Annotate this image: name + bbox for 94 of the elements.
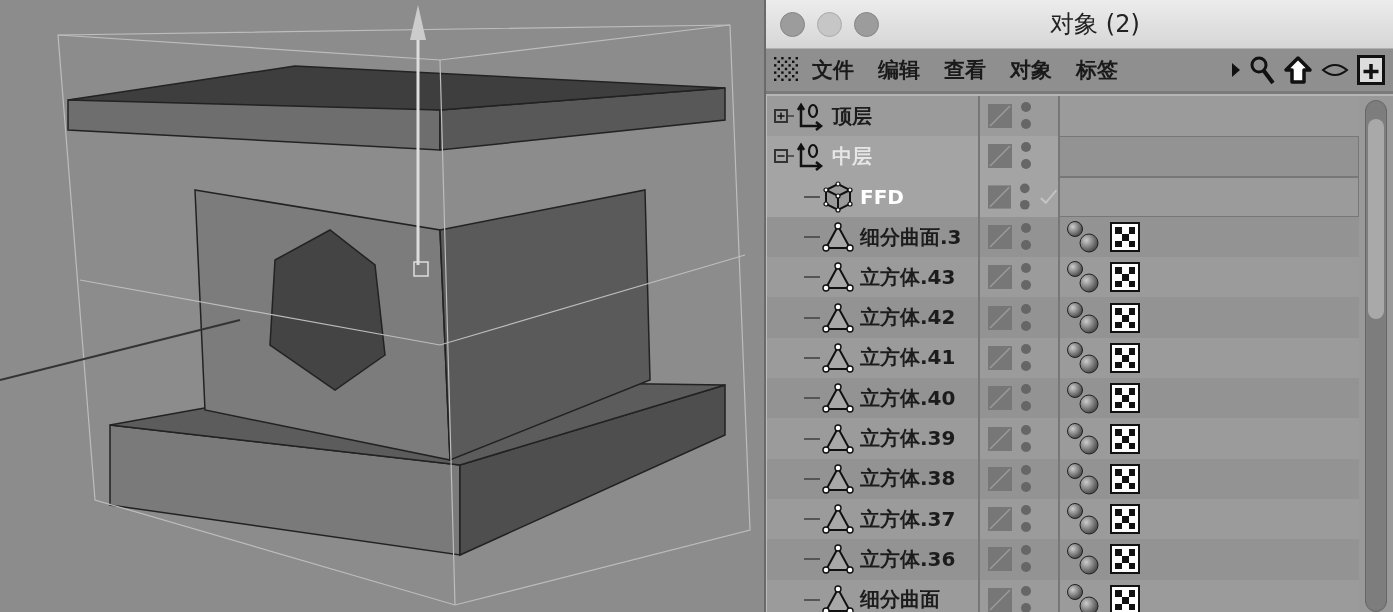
object-name: 立方体.38: [860, 465, 956, 493]
visibility-dots-icon[interactable]: [1020, 383, 1032, 414]
menu-item[interactable]: 编辑: [866, 56, 932, 84]
object-row[interactable]: 细分曲面.3: [766, 216, 1359, 258]
checker-texture-icon[interactable]: [1110, 423, 1140, 454]
layer-swatch-icon[interactable]: [988, 265, 1012, 290]
object-name: 立方体.43: [860, 263, 956, 291]
close-button[interactable]: [780, 11, 805, 37]
checker-texture-icon[interactable]: [1110, 262, 1140, 293]
triangle-mesh-icon: [822, 262, 854, 293]
triangle-mesh-icon: [822, 342, 854, 373]
checkmark-icon[interactable]: [1038, 187, 1058, 206]
visibility-dots-icon[interactable]: [1020, 101, 1032, 132]
object-row[interactable]: 立方体.36: [766, 539, 1359, 580]
object-row[interactable]: 立方体.40: [766, 378, 1359, 419]
visibility-dots-icon[interactable]: [1020, 544, 1032, 575]
layer-swatch-icon[interactable]: [988, 184, 1012, 209]
collapse-icon[interactable]: [774, 149, 788, 164]
checker-texture-icon[interactable]: [1110, 383, 1140, 414]
triangle-mesh-icon: [822, 584, 854, 612]
zoom-button[interactable]: [854, 11, 879, 37]
visibility-dots-icon[interactable]: [1019, 181, 1031, 212]
expand-icon[interactable]: [774, 109, 788, 124]
triangle-mesh-icon: [822, 544, 854, 575]
layer-swatch-icon[interactable]: [988, 426, 1012, 451]
object-name: 细分曲面: [860, 586, 940, 612]
scrollbar[interactable]: [1365, 100, 1387, 612]
object-name: FFD: [860, 184, 904, 209]
grid-handle-icon[interactable]: [774, 57, 800, 83]
visibility-dots-icon[interactable]: [1020, 342, 1032, 373]
material-spheres-icon[interactable]: [1066, 542, 1100, 577]
material-spheres-icon[interactable]: [1066, 502, 1100, 537]
checker-texture-icon[interactable]: [1110, 504, 1140, 535]
checker-texture-icon[interactable]: [1110, 584, 1140, 612]
object-row[interactable]: 立方体.42: [766, 297, 1359, 338]
checker-texture-icon[interactable]: [1110, 342, 1140, 373]
menu-item[interactable]: 查看: [932, 56, 998, 84]
triangle-mesh-icon: [822, 463, 854, 494]
layer-swatch-icon[interactable]: [988, 587, 1012, 612]
layer-swatch-icon[interactable]: [988, 547, 1012, 572]
object-name: 立方体.41: [860, 344, 956, 372]
visibility-dots-icon[interactable]: [1020, 584, 1032, 612]
lattice-cube-icon: [822, 180, 854, 213]
minimize-button[interactable]: [817, 11, 842, 37]
object-name: 立方体.37: [860, 505, 956, 533]
new-window-icon[interactable]: [1357, 55, 1385, 85]
visibility-dots-icon[interactable]: [1020, 262, 1032, 293]
material-spheres-icon[interactable]: [1066, 421, 1100, 456]
material-spheres-icon[interactable]: [1066, 381, 1100, 416]
object-row[interactable]: 立方体.38: [766, 458, 1359, 499]
material-spheres-icon[interactable]: [1066, 260, 1100, 295]
triangle-mesh-icon: [822, 383, 854, 414]
visibility-dots-icon[interactable]: [1020, 423, 1032, 454]
window-title: 对象 (2): [1049, 9, 1141, 40]
object-name: 立方体.36: [860, 545, 956, 573]
checker-texture-icon[interactable]: [1110, 222, 1140, 253]
object-name: 立方体.42: [860, 304, 956, 332]
layer-swatch-icon[interactable]: [988, 144, 1012, 169]
menu-item[interactable]: 文件: [800, 56, 866, 84]
menu-item[interactable]: 对象: [998, 56, 1064, 84]
layer-swatch-icon[interactable]: [988, 305, 1012, 330]
checker-texture-icon[interactable]: [1110, 302, 1140, 333]
object-name: 立方体.39: [860, 425, 956, 452]
triangle-mesh-icon: [822, 222, 854, 253]
material-spheres-icon[interactable]: [1066, 340, 1100, 375]
checker-texture-icon[interactable]: [1110, 544, 1140, 575]
layer-swatch-icon[interactable]: [988, 386, 1012, 411]
menu-item[interactable]: 标签: [1064, 56, 1130, 84]
triangle-mesh-icon: [822, 504, 854, 535]
visibility-dots-icon[interactable]: [1020, 463, 1032, 494]
object-name: 细分曲面.3: [860, 223, 962, 251]
object-name: 顶层: [832, 102, 872, 130]
more-arrow-icon[interactable]: [1231, 62, 1241, 78]
layer-swatch-icon[interactable]: [988, 345, 1012, 370]
visibility-dots-icon[interactable]: [1020, 222, 1032, 253]
home-icon[interactable]: [1283, 55, 1313, 85]
object-name: 立方体.40: [860, 384, 956, 412]
visibility-dots-icon[interactable]: [1020, 504, 1032, 535]
material-spheres-icon[interactable]: [1066, 300, 1100, 335]
triangle-mesh-icon: [822, 423, 854, 454]
layer-swatch-icon[interactable]: [988, 466, 1012, 491]
material-spheres-icon[interactable]: [1066, 461, 1100, 496]
search-icon[interactable]: [1249, 55, 1275, 85]
material-spheres-icon[interactable]: [1066, 220, 1100, 255]
visibility-dots-icon[interactable]: [1020, 302, 1032, 333]
visibility-dots-icon[interactable]: [1020, 141, 1032, 172]
layer-swatch-icon[interactable]: [988, 104, 1012, 129]
triangle-mesh-icon: [822, 302, 854, 333]
material-spheres-icon[interactable]: [1066, 582, 1100, 612]
checker-texture-icon[interactable]: [1110, 463, 1140, 494]
object-name: 中层: [832, 142, 872, 170]
layer-swatch-icon[interactable]: [988, 507, 1012, 532]
layer-swatch-icon[interactable]: [988, 225, 1012, 250]
eye-icon[interactable]: [1321, 62, 1349, 78]
